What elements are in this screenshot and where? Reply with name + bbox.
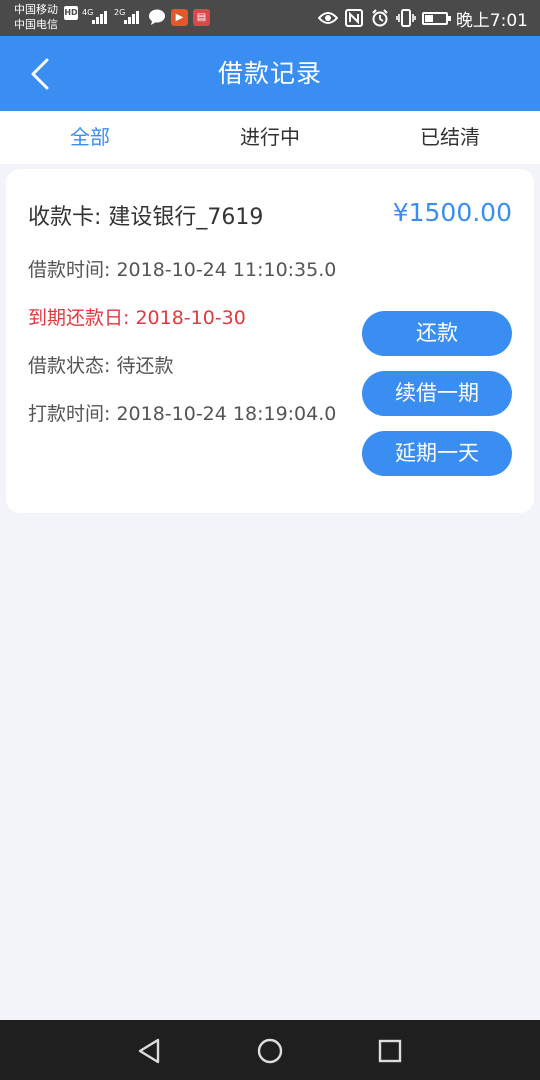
- system-nav-bar: [0, 1020, 540, 1080]
- tab-all[interactable]: 全部: [0, 111, 180, 164]
- nav-home-button[interactable]: [253, 1034, 287, 1068]
- chevron-left-icon: [31, 58, 49, 90]
- page-title: 借款记录: [217, 59, 322, 88]
- borrow-time: 借款时间: 2018-10-24 11:10:35.0: [28, 259, 337, 281]
- loan-record-card: 收款卡: 建设银行_7619 ¥1500.00 借款时间: 2018-10-24…: [6, 169, 534, 513]
- payout-time: 打款时间: 2018-10-24 18:19:04.0: [28, 403, 337, 425]
- reader-app-icon: ▤: [193, 9, 210, 26]
- status-bar: 中国移动 中国电信 HD 4G 2G ▶ ▤ 晚上7:01: [0, 0, 540, 36]
- loan-status: 借款状态: 待还款: [28, 355, 174, 377]
- back-button[interactable]: [18, 52, 62, 96]
- carrier-1: 中国移动: [14, 3, 58, 16]
- nav-back-button[interactable]: [132, 1034, 166, 1068]
- circle-home-icon: [257, 1038, 283, 1064]
- square-recents-icon: [378, 1039, 402, 1063]
- nav-recents-button[interactable]: [373, 1034, 407, 1068]
- repay-button[interactable]: 还款: [362, 311, 512, 356]
- hd-badge: HD: [64, 6, 78, 20]
- renew-one-period-button[interactable]: 续借一期: [362, 371, 512, 416]
- nfc-icon: [344, 8, 364, 28]
- tab-bar: 全部 进行中 已结清: [0, 111, 540, 164]
- receiving-card-label: 收款卡: 建设银行_7619: [28, 205, 264, 230]
- status-time: 晚上7:01: [455, 10, 528, 31]
- extend-one-day-button[interactable]: 延期一天: [362, 431, 512, 476]
- loan-amount: ¥1500.00: [392, 198, 512, 227]
- due-date: 到期还款日: 2018-10-30: [28, 307, 246, 329]
- eye-icon: [317, 8, 338, 28]
- chat-bubble-icon: [148, 9, 166, 30]
- signal-bars-icon: [92, 8, 112, 24]
- carrier-info: 中国移动 中国电信: [14, 2, 58, 32]
- tab-in-progress[interactable]: 进行中: [180, 111, 360, 164]
- video-app-icon: ▶: [171, 9, 188, 26]
- tab-settled[interactable]: 已结清: [360, 111, 540, 164]
- alarm-icon: [370, 8, 390, 28]
- battery-icon: [421, 11, 451, 25]
- signal-bars-icon: [124, 8, 144, 24]
- status-icons: 晚上7:01: [317, 0, 528, 36]
- title-bar: 借款记录: [0, 36, 540, 111]
- triangle-back-icon: [138, 1038, 160, 1064]
- vibrate-icon: [396, 8, 416, 28]
- carrier-2: 中国电信: [14, 18, 58, 31]
